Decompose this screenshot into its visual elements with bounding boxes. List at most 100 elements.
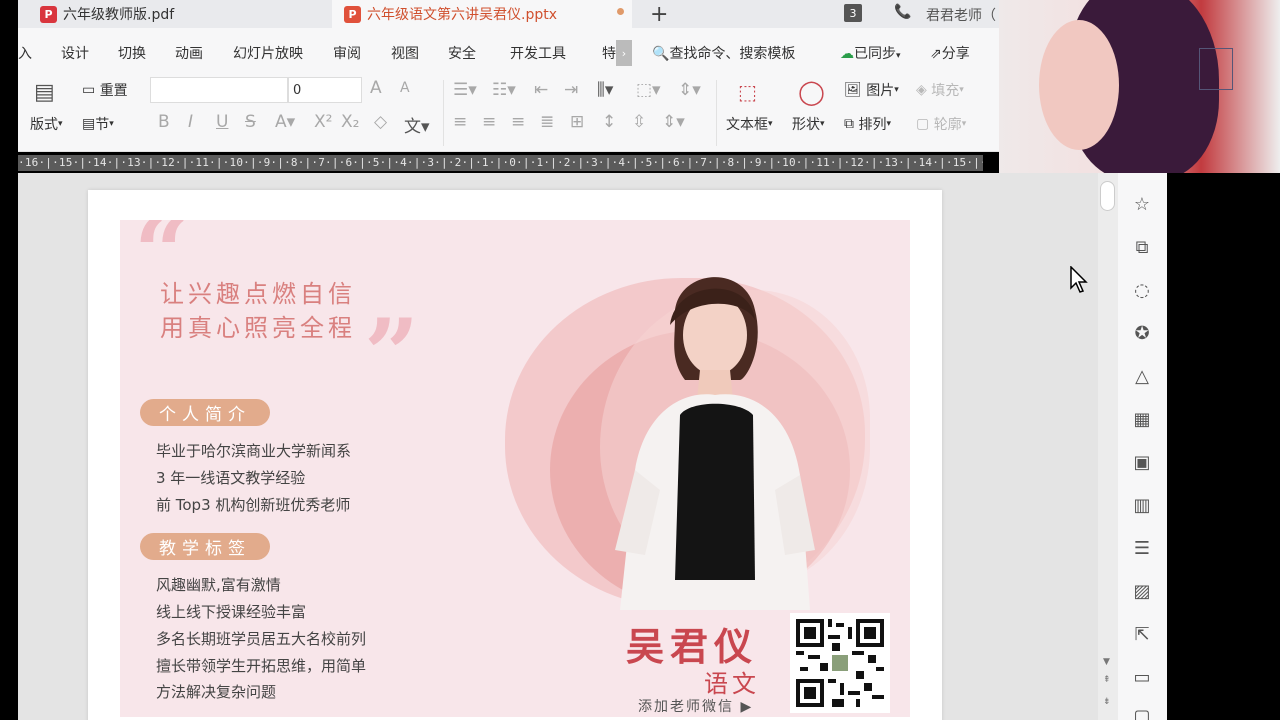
archive-icon[interactable]: ▭ [1131, 666, 1153, 688]
vertical-scrollbar[interactable]: ▼ ⇞ ⇟ [1098, 173, 1118, 720]
tag-line[interactable]: 方法解决复杂问题 [156, 681, 276, 702]
line-spacing-icon[interactable]: ↕ [602, 112, 616, 132]
teacher-name[interactable]: 吴君仪 [626, 616, 758, 671]
layout-icon[interactable]: ▤ [34, 80, 55, 105]
user-name[interactable]: 君君老师（ [926, 5, 996, 25]
slide-page[interactable]: “ ” 让兴趣点燃自信 用真心照亮全程 个人简介 毕业于哈尔滨商业大学新闻系 3… [88, 190, 942, 720]
slogan-line-2[interactable]: 用真心照亮全程 [160, 308, 356, 343]
paragraph-spacing-icon[interactable]: ⇳ [632, 112, 646, 132]
more-panel-icon[interactable]: ▢ [1131, 705, 1153, 720]
tab-pdf-document[interactable]: P 六年级教师版.pdf [40, 0, 330, 28]
numbered-list-icon[interactable]: ☷▾ [492, 80, 516, 100]
effects-icon[interactable]: ✪ [1131, 322, 1153, 344]
slide-canvas[interactable]: “ ” 让兴趣点燃自信 用真心照亮全程 个人简介 毕业于哈尔滨商业大学新闻系 3… [120, 220, 910, 717]
horizontal-ruler[interactable]: ·16·|·15·|·14·|·13·|·12·|·11·|·10·|·9·|·… [18, 155, 983, 171]
decrease-indent-icon[interactable]: ⇤ [534, 80, 548, 100]
underline-icon[interactable]: U [216, 112, 228, 132]
scroll-down-icon[interactable]: ▼ [1103, 657, 1110, 667]
strikethrough-icon[interactable]: S [245, 112, 256, 132]
outline-button[interactable]: ▢ 轮廓 ▾ [916, 114, 966, 134]
paragraph-settings-icon[interactable]: ⇕▾ [662, 112, 685, 132]
slide-switch-icon[interactable]: ⧉ [1131, 236, 1153, 258]
intro-heading[interactable]: 个人简介 [140, 399, 270, 426]
phone-icon[interactable]: 📞 [894, 4, 911, 20]
text-box-button[interactable]: 文本框 ▾ [726, 114, 773, 134]
menu-special[interactable]: 特 [602, 43, 616, 63]
intro-line[interactable]: 毕业于哈尔滨商业大学新闻系 [156, 440, 351, 461]
wechat-qr-code[interactable] [790, 613, 890, 713]
arrange-button[interactable]: ⧉ 排列 ▾ [844, 114, 891, 134]
share-panel-icon[interactable]: ⇱ [1131, 623, 1153, 645]
menu-animation[interactable]: 动画 [175, 43, 203, 63]
phonetic-guide-icon[interactable]: 文▾ [404, 112, 430, 137]
font-size-select[interactable]: 0 [288, 77, 362, 103]
slogan-line-1[interactable]: 让兴趣点燃自信 [160, 274, 356, 309]
align-center-icon[interactable]: ≡ [482, 112, 496, 132]
columns-icon[interactable]: ⫼▾ [597, 80, 613, 100]
share-button[interactable]: ⇗分享 [930, 43, 970, 63]
menu-bar: 入 设计 切换 动画 幻灯片放映 审阅 视图 安全 开发工具 特 › 🔍查找命令… [18, 28, 999, 74]
bullet-list-icon[interactable]: ☰▾ [453, 80, 477, 100]
distribute-icon[interactable]: ⊞ [570, 112, 584, 132]
tag-line[interactable]: 线上线下授课经验丰富 [156, 601, 306, 622]
command-search[interactable]: 🔍查找命令、搜索模板 [652, 43, 795, 63]
teacher-subject[interactable]: 语文 [704, 664, 760, 699]
menu-insert[interactable]: 入 [18, 43, 32, 63]
tag-line[interactable]: 多名长期班学员居五大名校前列 [156, 628, 366, 649]
clear-format-icon[interactable]: ◇ [374, 112, 387, 132]
tab-pptx-document[interactable]: P 六年级语文第六讲吴君仪.pptx [332, 0, 632, 28]
text-direction-icon[interactable]: ⬚▾ [636, 80, 661, 100]
table-icon[interactable]: ▦ [1131, 408, 1153, 430]
tags-heading[interactable]: 教学标签 [140, 533, 270, 560]
slide-workspace[interactable]: “ ” 让兴趣点燃自信 用真心照亮全程 个人简介 毕业于哈尔滨商业大学新闻系 3… [18, 173, 1098, 720]
italic-icon[interactable]: I [188, 112, 193, 132]
font-color-icon[interactable]: A▾ [275, 112, 295, 132]
intro-line[interactable]: 3 年一线语文教学经验 [156, 467, 305, 488]
scroll-thumb[interactable] [1100, 181, 1115, 211]
fill-button[interactable]: ◈ 填充 ▾ [916, 80, 964, 100]
next-page-icon[interactable]: ⇟ [1103, 697, 1111, 707]
superscript-icon[interactable]: X² [314, 112, 332, 132]
text-box-icon[interactable]: ⬚ [738, 80, 757, 104]
sync-status[interactable]: ☁已同步▾ [840, 43, 901, 63]
window-count-badge[interactable]: 3 [844, 4, 862, 22]
font-family-select[interactable] [150, 77, 288, 103]
menu-slideshow[interactable]: 幻灯片放映 [233, 43, 303, 63]
subscript-icon[interactable]: X₂ [341, 112, 359, 132]
tag-line[interactable]: 风趣幽默,富有激情 [156, 574, 281, 595]
section-button[interactable]: ▤ 节 ▾ [82, 114, 114, 134]
increase-indent-icon[interactable]: ⇥ [564, 80, 578, 100]
image-panel-icon[interactable]: ▨ [1131, 580, 1153, 602]
apps-icon[interactable]: ▣ [1131, 451, 1153, 473]
menu-view[interactable]: 视图 [391, 43, 419, 63]
shape-panel-icon[interactable]: ◌ [1131, 279, 1153, 301]
pin-star-icon[interactable]: ☆ [1131, 193, 1153, 215]
design-icon[interactable]: △ [1131, 365, 1153, 387]
chart-icon[interactable]: ▥ [1131, 494, 1153, 516]
align-text-icon[interactable]: ⇕▾ [678, 80, 701, 100]
decrease-font-icon[interactable]: A [400, 80, 410, 96]
prev-page-icon[interactable]: ⇞ [1103, 675, 1111, 685]
bold-icon[interactable]: B [158, 112, 170, 132]
menu-review[interactable]: 审阅 [333, 43, 361, 63]
reset-button[interactable]: ▭ 重置 [82, 80, 128, 100]
increase-font-icon[interactable]: A [370, 78, 382, 98]
tag-line[interactable]: 擅长带领学生开拓思维，用简单 [156, 655, 366, 676]
align-left-icon[interactable]: ≡ [453, 112, 467, 132]
new-tab-button[interactable]: + [650, 2, 668, 27]
settings-sliders-icon[interactable]: ☰ [1131, 537, 1153, 559]
shape-icon[interactable]: ◯ [798, 78, 825, 106]
intro-line[interactable]: 前 Top3 机构创新班优秀老师 [156, 494, 350, 515]
menu-design[interactable]: 设计 [61, 43, 89, 63]
menu-security[interactable]: 安全 [448, 43, 476, 63]
teacher-photo[interactable] [575, 250, 835, 610]
picture-button[interactable]: 🖼 图片 ▾ [844, 80, 899, 100]
align-right-icon[interactable]: ≡ [511, 112, 525, 132]
shape-button[interactable]: 形状 ▾ [792, 114, 825, 134]
menu-transition[interactable]: 切换 [118, 43, 146, 63]
layout-button[interactable]: 版式 ▾ [30, 114, 63, 134]
justify-icon[interactable]: ≣ [540, 112, 554, 132]
add-wechat-label[interactable]: 添加老师微信 ▶ [638, 696, 753, 716]
menu-developer[interactable]: 开发工具 [510, 43, 566, 63]
menu-scroll-right-icon[interactable]: › [616, 40, 632, 66]
